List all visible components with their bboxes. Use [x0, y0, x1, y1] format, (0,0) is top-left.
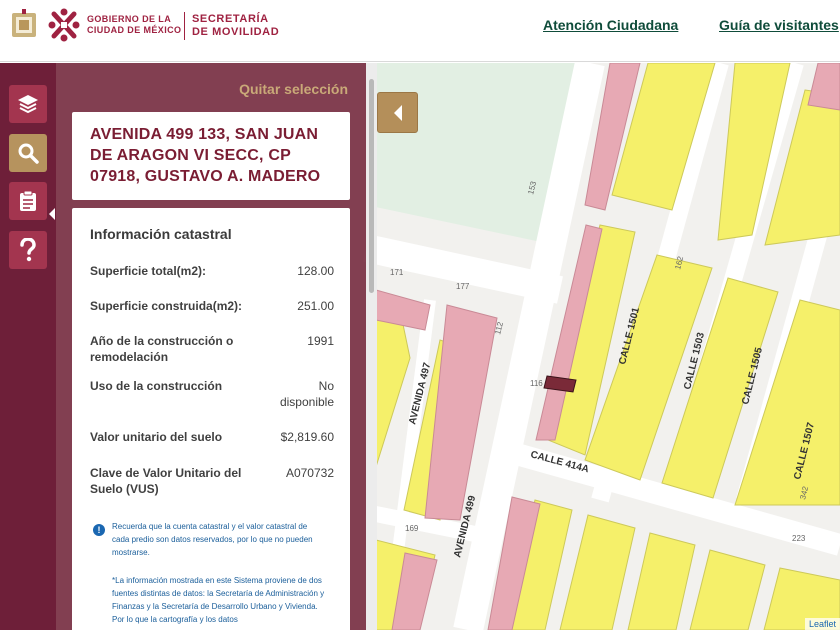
help-button[interactable] [9, 231, 47, 269]
address-text: AVENIDA 499 133, SAN JUAN DE ARAGON VI S… [90, 126, 321, 185]
layers-button[interactable] [9, 85, 47, 123]
secretariat-name: SECRETARÍA DE MOVILIDAD [192, 13, 279, 39]
nav-guia-visitantes-link[interactable]: Guía de visitantes [719, 17, 839, 33]
address-card: AVENIDA 499 133, SAN JUAN DE ARAGON VI S… [72, 112, 350, 200]
label-177: 177 [456, 282, 470, 291]
chevron-left-icon [394, 105, 402, 121]
government-line-2: CIUDAD DE MÉXICO [87, 25, 182, 35]
uso-construccion-value: No disponible [279, 379, 334, 409]
search-button[interactable] [9, 134, 47, 172]
panel-scrollbar-thumb[interactable] [369, 79, 374, 293]
valor-unitario-value: $2,819.60 [280, 430, 334, 444]
block [689, 549, 766, 630]
block [627, 532, 696, 630]
info-icon: ! [93, 524, 105, 536]
label-223: 223 [792, 534, 806, 543]
secretariat-line-2: DE MOVILIDAD [192, 26, 280, 38]
block [374, 309, 411, 471]
tool-sidebar [0, 63, 56, 630]
logo-divider [184, 12, 185, 40]
header: GOBIERNO DE LA CIUDAD DE MÉXICO SECRETAR… [0, 0, 840, 62]
cdmx-logo-icon [48, 8, 80, 42]
superficie-total-value: 128.00 [297, 264, 334, 278]
superficie-construida-label: Superficie construida(m2): [90, 299, 243, 313]
data-source-disclaimer: *La información mostrada en este Sistema… [112, 576, 325, 624]
cadastral-info-card: Información catastral Superficie total(m… [72, 208, 350, 630]
government-line-1: GOBIERNO DE LA [87, 14, 172, 24]
reserved-data-notice: Recuerda que la cuenta catastral y el va… [112, 522, 313, 557]
secretariat-line-1: SECRETARÍA [192, 13, 269, 25]
anio-construccion-value: 1991 [307, 334, 334, 348]
clave-vus-label: Clave de Valor Unitario del Suelo (VUS) [90, 466, 242, 496]
block [807, 63, 840, 111]
anio-construccion-label: Año de la construcción o remodelación [90, 334, 234, 364]
nav-atencion-ciudadana-link[interactable]: Atención Ciudadana [543, 17, 678, 33]
label-116: 116 [530, 379, 543, 388]
label-112: 112 [493, 320, 505, 335]
superficie-construida-value: 251.00 [297, 299, 334, 313]
layers-icon [18, 95, 38, 114]
active-tool-pointer [49, 208, 55, 220]
clave-vus-value: A070732 [285, 466, 334, 480]
valor-unitario-label: Valor unitario del suelo [90, 430, 223, 444]
superficie-total-label: Superficie total(m2): [90, 264, 207, 278]
label-169: 169 [405, 524, 419, 533]
clipboard-icon [20, 190, 36, 211]
block [559, 514, 636, 630]
government-name: GOBIERNO DE LA CIUDAD DE MÉXICO [87, 14, 183, 36]
label-171: 171 [390, 268, 404, 277]
crest-icon [12, 9, 36, 37]
search-icon [18, 143, 39, 164]
question-icon [20, 238, 36, 262]
cadastral-info-title: Información catastral [90, 226, 232, 242]
report-button[interactable] [9, 182, 47, 220]
collapse-panel-button[interactable] [377, 92, 418, 133]
info-panel: Quitar selección AVENIDA 499 133, SAN JU… [56, 63, 366, 630]
leaflet-attribution-link[interactable]: Leaflet [804, 618, 840, 630]
clear-selection-link[interactable]: Quitar selección [239, 81, 348, 97]
uso-construccion-label: Uso de la construcción [90, 379, 223, 393]
